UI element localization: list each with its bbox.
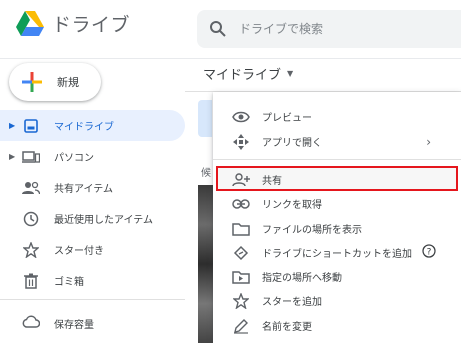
expand-caret-icon[interactable]: ▶ xyxy=(9,121,15,130)
sidebar-item-my-drive[interactable]: ▶ マイドライブ xyxy=(0,110,185,141)
menu-item-label: 指定の場所へ移動 xyxy=(262,273,342,284)
google-drive-icon xyxy=(16,11,44,36)
menu-item-add-star[interactable]: スターを追加 xyxy=(213,288,461,313)
new-button-label: 新規 xyxy=(57,76,79,89)
share-highlight-box xyxy=(216,166,458,191)
menu-item-rename[interactable]: 名前を変更 xyxy=(213,313,461,338)
menu-item-label: リンクを取得 xyxy=(262,200,322,211)
drive-logo[interactable]: ドライブ xyxy=(16,10,130,37)
section-label: 候 xyxy=(201,168,211,179)
trash-icon xyxy=(22,272,40,290)
shortcut-icon xyxy=(232,244,250,262)
breadcrumb[interactable]: マイドライブ ▼ xyxy=(203,62,293,84)
plus-icon xyxy=(22,72,42,92)
svg-text:?: ? xyxy=(427,248,432,258)
search-icon[interactable] xyxy=(209,20,227,38)
sidebar-item-label: 共有アイテム xyxy=(54,184,113,195)
menu-item-move[interactable]: 指定の場所へ移動 xyxy=(213,264,461,289)
menu-item-label: 名前を変更 xyxy=(262,322,312,333)
sidebar-item-label: パソコン xyxy=(54,153,94,164)
sidebar-divider xyxy=(0,299,185,300)
menu-item-show-location[interactable]: ファイルの場所を表示 xyxy=(213,216,461,241)
storage-label: 保存容量 xyxy=(54,319,94,331)
my-drive-icon xyxy=(22,117,40,135)
menu-item-label: スターを追加 xyxy=(262,297,322,308)
folder-icon xyxy=(232,220,250,238)
breadcrumb-label: マイドライブ xyxy=(203,67,282,83)
menu-item-add-shortcut[interactable]: ドライブにショートカットを追加 ? xyxy=(213,240,461,265)
menu-item-label: ドライブにショートカットを追加 xyxy=(262,249,412,260)
menu-item-label: プレビュー xyxy=(262,113,312,124)
expand-caret-icon[interactable]: ▶ xyxy=(9,152,15,161)
star-icon xyxy=(22,241,40,259)
pencil-icon xyxy=(232,317,250,335)
menu-item-open-with[interactable]: アプリで開く › xyxy=(213,129,461,154)
menu-item-preview[interactable]: プレビュー xyxy=(213,104,461,129)
sidebar-item-trash[interactable]: ゴミ箱 xyxy=(0,265,185,296)
app-title: ドライブ xyxy=(52,14,131,36)
move-icon xyxy=(232,268,250,286)
computer-icon xyxy=(22,148,40,166)
sidebar-item-storage[interactable]: 保存容量 xyxy=(0,309,185,337)
sidebar-item-label: スター付き xyxy=(54,246,104,257)
sidebar-item-label: 最近使用したアイテム xyxy=(54,215,153,226)
suggested-file-card[interactable] xyxy=(198,100,212,137)
file-thumbnail[interactable] xyxy=(198,185,214,343)
help-icon[interactable]: ? xyxy=(422,244,436,261)
search-input[interactable] xyxy=(239,22,439,36)
menu-item-get-link[interactable]: リンクを取得 xyxy=(213,191,461,216)
star-outline-icon xyxy=(232,292,250,310)
menu-item-label: アプリで開く xyxy=(262,138,322,149)
sidebar-item-label: ゴミ箱 xyxy=(54,277,84,288)
cloud-icon xyxy=(22,315,41,331)
new-button[interactable]: 新規 xyxy=(9,63,101,101)
context-menu: プレビュー アプリで開く › 共有 リンクを取得 ファイルの場所を表示 ドライブ… xyxy=(213,92,461,343)
sidebar-nav: ▶ マイドライブ ▶ パソコン 共有アイテム 最近使用したアイテム スター付き xyxy=(0,110,185,296)
sidebar-item-computers[interactable]: ▶ パソコン xyxy=(0,141,185,172)
open-with-icon xyxy=(232,133,250,151)
menu-divider xyxy=(213,159,461,160)
sidebar-item-label: マイドライブ xyxy=(54,122,114,133)
sidebar-item-starred[interactable]: スター付き xyxy=(0,234,185,265)
menu-item-label: ファイルの場所を表示 xyxy=(262,225,362,236)
clock-icon xyxy=(22,210,40,228)
sidebar-item-recent[interactable]: 最近使用したアイテム xyxy=(0,203,185,234)
search-bar[interactable] xyxy=(197,10,461,48)
chevron-right-icon: › xyxy=(426,134,431,149)
sidebar-item-shared[interactable]: 共有アイテム xyxy=(0,172,185,203)
link-icon xyxy=(232,195,250,213)
shared-people-icon xyxy=(22,179,40,197)
eye-icon xyxy=(232,108,250,126)
header-divider xyxy=(0,58,461,59)
chevron-down-icon: ▼ xyxy=(287,68,294,78)
